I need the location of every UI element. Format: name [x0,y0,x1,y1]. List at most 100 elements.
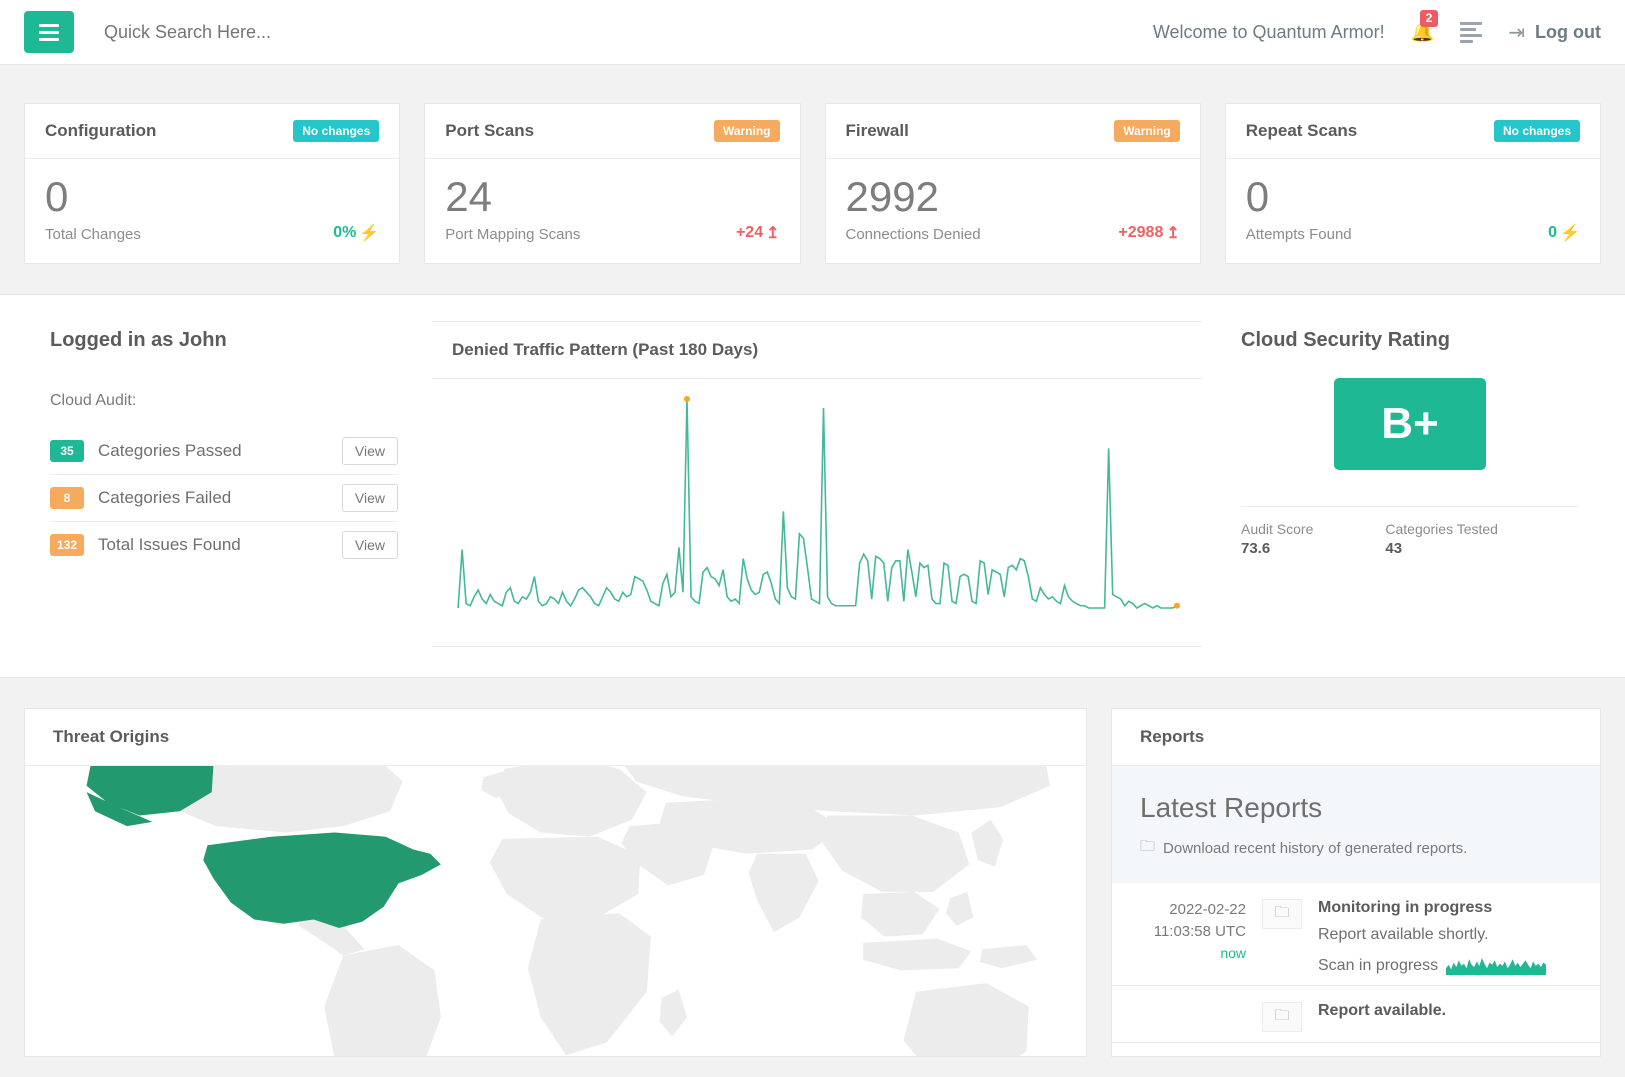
map-region-japan [971,820,1003,867]
stat-value: 73.6 [1241,540,1313,557]
map-region-philippines [946,892,974,926]
chart-line [458,399,1177,608]
arrow-up-icon: ↥ [1166,223,1179,243]
card-footer: Port Mapping Scans +24 ↥ [445,223,779,243]
folder-open-icon: 🗀 [1262,899,1302,929]
view-button[interactable]: View [342,531,398,559]
reports-panel: Reports Latest Reports 🗀 Download recent… [1111,708,1601,1057]
top-bar-actions: Welcome to Quantum Armor! 🔔 2 ⇥ Log out [1153,20,1601,45]
map-region-europe [496,766,647,837]
stat-audit-score: Audit Score 73.6 [1241,521,1313,557]
stat-label: Port Mapping Scans [445,226,580,243]
card-body: 0 Total Changes 0% ⚡ [25,159,399,263]
bottom-section: Threat Origins [0,678,1625,1057]
map-region-sub-saharan-africa [528,913,651,1055]
stat-value: 43 [1385,540,1498,557]
denied-traffic-chart-panel: Denied Traffic Pattern (Past 180 Days) [424,321,1211,647]
stat-delta: +24 ↥ [736,223,780,243]
panel-header: Reports [1112,709,1600,766]
card-body: 0 Attempts Found 0 ⚡ [1226,159,1600,263]
stat-card-row: Configuration No changes 0 Total Changes… [0,65,1625,294]
latest-reports-subtitle-text: Download recent history of generated rep… [1163,840,1467,857]
hamburger-icon[interactable] [24,11,74,53]
stat-key: Categories Tested [1385,521,1498,537]
report-date: 2022-02-22 [1112,899,1246,921]
chart-end-marker [1174,603,1180,609]
panel-header: Threat Origins [25,709,1086,766]
stat-delta: +2988 ↥ [1118,223,1179,243]
status-badge: Warning [1114,120,1180,142]
chart-title: Denied Traffic Pattern (Past 180 Days) [432,322,1203,379]
scan-progress-sparkline [1446,956,1546,975]
notifications-button[interactable]: 🔔 2 [1411,23,1435,42]
card-header: Port Scans Warning [425,104,799,159]
bolt-icon: ⚡ [1560,223,1580,243]
notification-count-badge: 2 [1420,10,1439,27]
list-item[interactable]: 🗀 Report available. [1112,986,1600,1043]
report-timestamp [1112,1002,1262,1032]
folder-open-icon: 🗀 [1262,1002,1302,1032]
list-item-label: Total Issues Found [98,535,342,555]
delta-value: +2988 [1118,224,1163,242]
map-region-papua [980,945,1037,968]
map-region-north-africa [490,837,641,920]
count-badge: 132 [50,534,84,556]
security-grade-badge: B+ [1334,378,1486,470]
map-region-southeast-asia [861,892,940,937]
map-region-australia [904,983,1029,1056]
delta-value: +24 [736,224,763,242]
card-footer: Total Changes 0% ⚡ [45,223,379,243]
hamburger-bar [39,38,59,41]
panel-title: Cloud Security Rating [1241,329,1579,352]
card-body: 24 Port Mapping Scans +24 ↥ [425,159,799,263]
map-region-south-america [324,945,441,1056]
stat-card-repeat-scans: Repeat Scans No changes 0 Attempts Found… [1225,103,1601,264]
chart-peak-marker [684,396,690,402]
latest-reports-subtitle: 🗀 Download recent history of generated r… [1140,836,1572,861]
top-bar: Welcome to Quantum Armor! 🔔 2 ⇥ Log out [0,0,1625,65]
card-title: Repeat Scans [1246,121,1358,141]
map-region-indonesia [863,939,971,971]
map-region-madagascar [659,990,687,1037]
card-footer: Connections Denied +2988 ↥ [846,223,1180,243]
card-title: Configuration [45,121,156,141]
activity-list-icon[interactable] [1460,22,1482,43]
view-button[interactable]: View [342,484,398,512]
logout-label: Log out [1535,22,1601,43]
grade-wrap: B+ [1241,378,1579,470]
stat-value: 0 [1246,175,1580,219]
folder-open-icon: 🗀 [1140,836,1155,861]
view-button[interactable]: View [342,437,398,465]
stat-delta: 0% ⚡ [333,223,379,243]
world-map[interactable] [25,766,1086,1056]
stat-value: 0 [45,175,379,219]
delta-value: 0% [333,224,356,242]
panel-title: Threat Origins [53,727,1058,747]
cloud-audit-list: 35 Categories Passed View 8 Categories F… [50,428,398,568]
logout-icon: ⇥ [1508,20,1525,45]
map-region-india [749,854,819,933]
stat-card-configuration: Configuration No changes 0 Total Changes… [24,103,400,264]
status-badge: No changes [293,120,379,142]
search-input[interactable] [102,21,522,44]
mini-sparkline-area [1446,958,1546,975]
latest-reports-title: Latest Reports [1140,792,1572,824]
hamburger-bar [39,24,59,27]
bolt-icon: ⚡ [359,223,379,243]
status-badge: No changes [1494,120,1580,142]
stat-label: Connections Denied [846,226,981,243]
report-title: Monitoring in progress [1318,899,1590,917]
logout-button[interactable]: ⇥ Log out [1508,20,1601,45]
report-content: Monitoring in progress Report available … [1318,899,1600,975]
stat-delta: 0 ⚡ [1548,223,1580,243]
card-footer: Attempts Found 0 ⚡ [1246,223,1580,243]
list-item[interactable]: 2022-02-22 11:03:58 UTC now 🗀 Monitoring… [1112,883,1600,986]
threat-origins-panel: Threat Origins [24,708,1087,1057]
stat-value: 24 [445,175,779,219]
report-title: Report available. [1318,1002,1590,1020]
middle-section: Logged in as John Cloud Audit: 35 Catego… [0,294,1625,678]
stat-card-port-scans: Port Scans Warning 24 Port Mapping Scans… [424,103,800,264]
welcome-message: Welcome to Quantum Armor! [1153,22,1385,43]
list-item-label: Categories Passed [98,441,342,461]
denied-traffic-sparkline [452,393,1183,623]
